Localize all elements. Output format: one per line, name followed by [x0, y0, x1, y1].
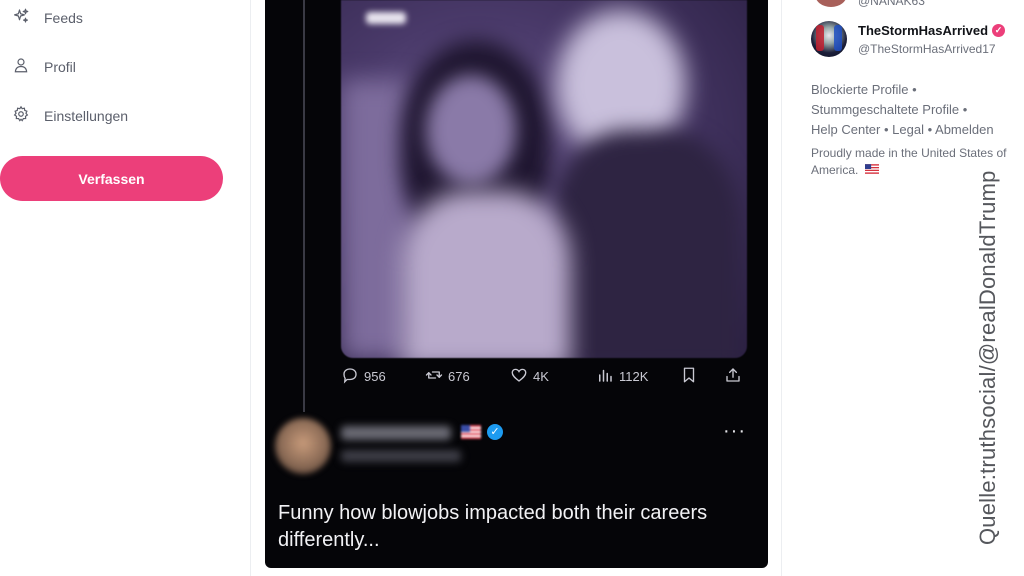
sidebar-item-label: Einstellungen [44, 107, 129, 124]
suggested-handle[interactable]: @NANAK63 [858, 0, 925, 8]
column-divider [250, 0, 251, 576]
repost-icon [425, 366, 443, 387]
avatar[interactable] [811, 21, 847, 57]
compose-button[interactable]: Verfassen [0, 156, 223, 201]
logout-link[interactable]: Abmelden [935, 122, 994, 137]
share-button[interactable] [724, 366, 742, 387]
bookmark-button[interactable] [680, 366, 698, 387]
sidebar-item-label: Profil [44, 58, 76, 75]
us-flag-icon [864, 162, 879, 179]
user-icon [12, 56, 30, 77]
views-count: 112K [619, 369, 649, 384]
muted-profiles-link[interactable]: Stummgeschaltete Profile [811, 102, 959, 117]
bookmark-icon [680, 366, 698, 387]
footer-links: Blockierte Profile • Stummgeschaltete Pr… [811, 82, 994, 137]
repost-count: 676 [448, 369, 470, 384]
legal-link[interactable]: Legal [892, 122, 924, 137]
more-options-icon[interactable]: ··· [723, 420, 746, 443]
post-text: Funny how blowjobs impacted both their c… [278, 502, 708, 551]
gear-icon [12, 105, 30, 126]
comment-icon [341, 366, 359, 387]
views-stat[interactable]: 112K [596, 366, 648, 387]
sparkles-icon [12, 7, 30, 28]
help-center-link[interactable]: Help Center [811, 122, 880, 137]
sidebar-item-settings[interactable]: Einstellungen [12, 105, 128, 126]
like-stat[interactable]: 4K [510, 366, 549, 387]
sidebar-item-feeds[interactable]: Feeds [12, 7, 83, 28]
suggested-account-handle[interactable]: @TheStormHasArrived17 [858, 42, 996, 56]
post-media-image[interactable]: 956 676 4K 112K ✓ ··· Funny how blowjobs… [265, 0, 768, 568]
suggested-account-name[interactable]: TheStormHasArrived ✓ [858, 23, 1006, 38]
blurred-author-name [341, 426, 451, 440]
like-count: 4K [533, 369, 549, 384]
column-divider [781, 0, 782, 576]
blurred-photo [341, 0, 747, 358]
sidebar-item-profile[interactable]: Profil [12, 56, 76, 77]
repost-stat[interactable]: 676 [425, 366, 470, 387]
blocked-profiles-link[interactable]: Blockierte Profile [811, 82, 909, 97]
blurred-author-handle [341, 450, 461, 462]
post-stats-bar: 956 676 4K 112K [341, 366, 751, 390]
share-icon [724, 366, 742, 387]
avatar[interactable] [275, 418, 331, 474]
verified-badge-icon: ✓ [992, 24, 1006, 37]
verified-check-icon: ✓ [487, 424, 503, 440]
reply-count: 956 [364, 369, 386, 384]
app-page: Feeds Profil Einstellungen Verfassen 956… [0, 0, 1024, 576]
bar-chart-icon [596, 366, 614, 387]
reply-stat[interactable]: 956 [341, 366, 386, 387]
us-flag-icon [461, 425, 481, 439]
thread-line [303, 0, 305, 412]
heart-icon [510, 366, 528, 387]
quoted-post-author: ✓ ··· [265, 412, 768, 482]
source-credit: Quelle:truthsocial/@realDonaldTrump [975, 170, 1000, 545]
sidebar-item-label: Feeds [44, 9, 83, 26]
left-sidebar: Feeds Profil Einstellungen Verfassen [0, 0, 250, 576]
avatar[interactable] [815, 0, 847, 7]
